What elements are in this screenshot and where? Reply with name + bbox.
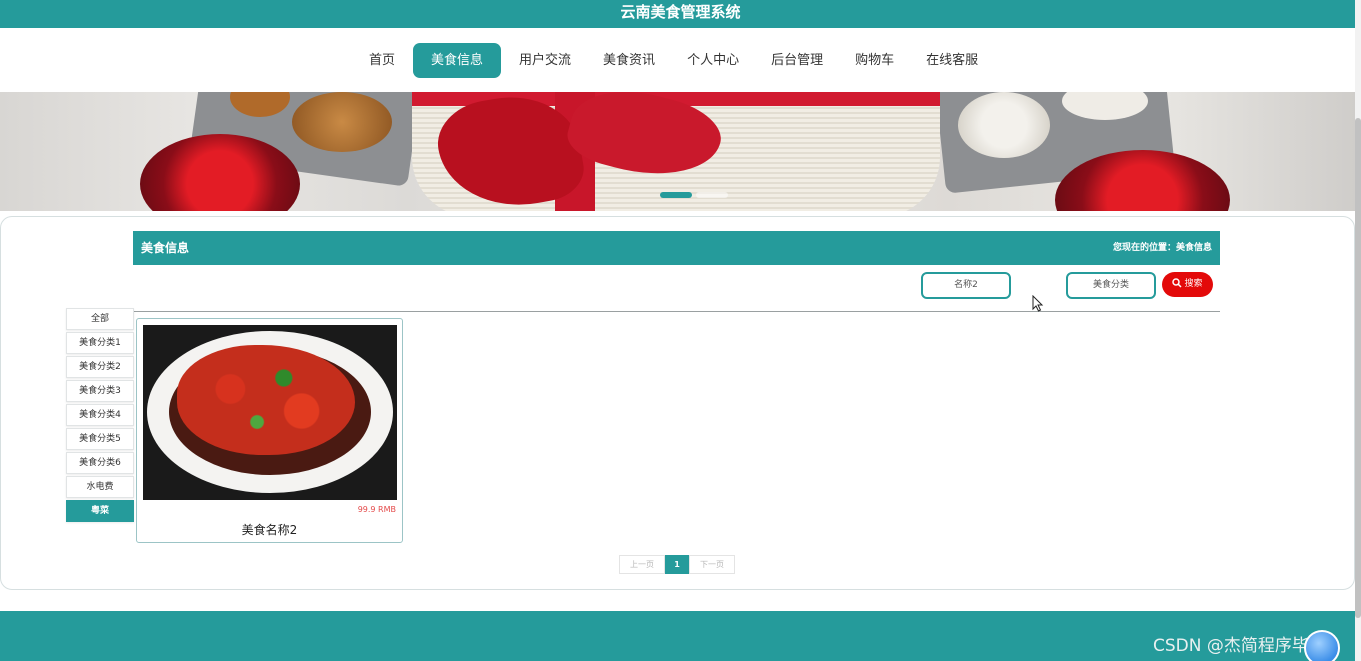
search-button-label: 搜索 bbox=[1184, 279, 1203, 289]
category-item[interactable]: 美食分类5 bbox=[66, 428, 134, 450]
nav-item-cart[interactable]: 购物车 bbox=[841, 43, 908, 78]
search-bar: 名称2 美食分类 搜索 bbox=[133, 265, 1220, 312]
pager-next-button[interactable]: 下一页 bbox=[689, 555, 735, 574]
main-nav: 首页 美食信息 用户交流 美食资讯 个人中心 后台管理 购物车 在线客服 bbox=[0, 30, 1361, 92]
section-title: 美食信息 bbox=[141, 241, 190, 255]
category-item-active[interactable]: 粤菜 bbox=[66, 500, 134, 522]
nav-item-admin[interactable]: 后台管理 bbox=[757, 43, 837, 78]
breadcrumb: 您现在的位置：美食信息 bbox=[1112, 243, 1212, 253]
banner-snack bbox=[292, 92, 392, 152]
section-header: 美食信息 您现在的位置：美食信息 bbox=[133, 231, 1220, 265]
nav-item-news[interactable]: 美食资讯 bbox=[589, 43, 669, 78]
category-item[interactable]: 美食分类6 bbox=[66, 452, 134, 474]
product-card[interactable]: 99.9 RMB 美食名称2 bbox=[136, 318, 403, 543]
watermark: CSDN @杰简程序毕设 bbox=[1153, 636, 1326, 656]
carousel-dot-2[interactable] bbox=[696, 192, 728, 198]
nav-item-food-info[interactable]: 美食信息 bbox=[413, 43, 502, 78]
pager-prev-button[interactable]: 上一页 bbox=[619, 555, 665, 574]
product-image[interactable] bbox=[143, 325, 397, 500]
dish-topping bbox=[177, 345, 355, 455]
category-item[interactable]: 美食分类4 bbox=[66, 404, 134, 426]
product-price: 99.9 RMB bbox=[357, 505, 396, 514]
category-item[interactable]: 美食分类2 bbox=[66, 356, 134, 378]
search-button[interactable]: 搜索 bbox=[1162, 272, 1213, 297]
carousel-dot-1[interactable] bbox=[660, 192, 692, 198]
header-bar: 云南美食管理系统 bbox=[0, 0, 1361, 28]
scrollbar-thumb[interactable] bbox=[1355, 118, 1361, 618]
search-category-input[interactable]: 美食分类 bbox=[1066, 272, 1156, 299]
nav-item-profile[interactable]: 个人中心 bbox=[673, 43, 753, 78]
nav-item-forum[interactable]: 用户交流 bbox=[505, 43, 585, 78]
category-list: 全部 美食分类1 美食分类2 美食分类3 美食分类4 美食分类5 美食分类6 水… bbox=[66, 308, 134, 524]
banner-snack bbox=[958, 92, 1050, 158]
floating-assistant-icon[interactable] bbox=[1304, 630, 1340, 661]
category-item[interactable]: 美食分类3 bbox=[66, 380, 134, 402]
nav-item-home[interactable]: 首页 bbox=[355, 43, 409, 78]
search-icon bbox=[1172, 278, 1183, 288]
carousel-indicators bbox=[660, 192, 728, 198]
category-item-all[interactable]: 全部 bbox=[66, 308, 134, 330]
category-item[interactable]: 水电费 bbox=[66, 476, 134, 498]
search-name-input[interactable]: 名称2 bbox=[921, 272, 1011, 299]
nav-item-support[interactable]: 在线客服 bbox=[912, 43, 992, 78]
mouse-cursor-icon bbox=[1032, 295, 1044, 312]
product-name[interactable]: 美食名称2 bbox=[137, 521, 402, 538]
app-title: 云南美食管理系统 bbox=[620, 3, 741, 21]
pagination: 上一页 1 下一页 bbox=[619, 555, 735, 574]
page-scrollbar[interactable] bbox=[1355, 0, 1361, 661]
pager-current-page[interactable]: 1 bbox=[665, 555, 689, 574]
category-item[interactable]: 美食分类1 bbox=[66, 332, 134, 354]
page: 云南美食管理系统 首页 美食信息 用户交流 美食资讯 个人中心 后台管理 购物车… bbox=[0, 0, 1361, 661]
